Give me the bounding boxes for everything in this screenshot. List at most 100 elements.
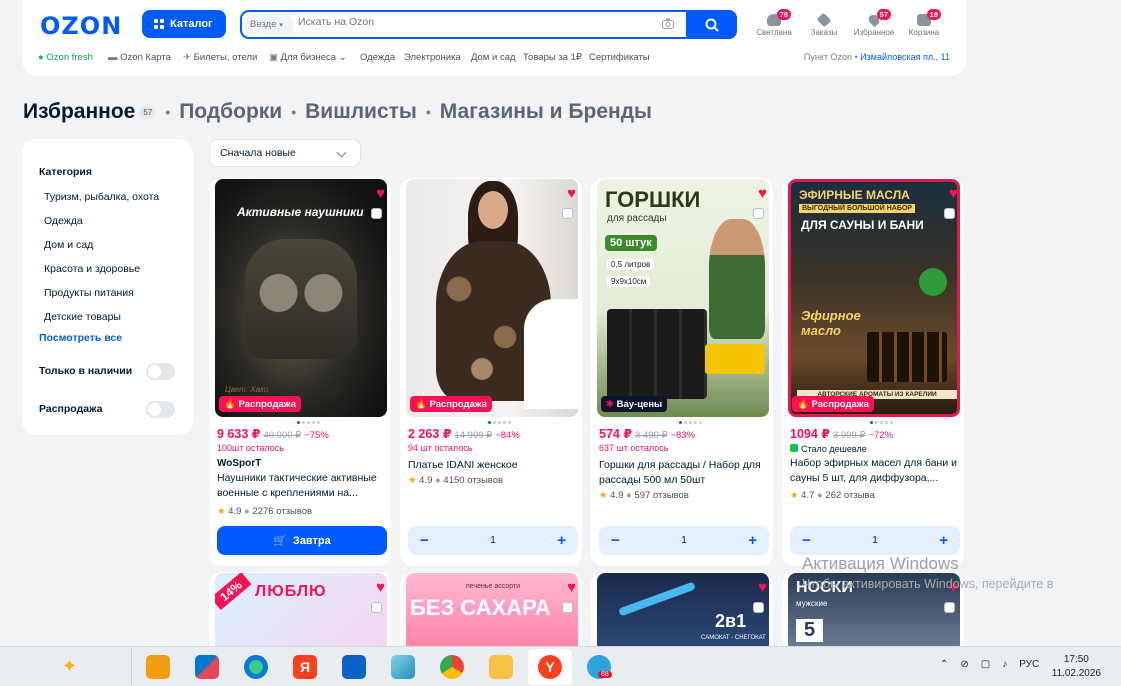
compare-icon[interactable] xyxy=(753,602,764,613)
decrease-button[interactable]: − xyxy=(802,532,811,549)
nature-badge-icon xyxy=(919,268,947,296)
favorite-heart-icon[interactable]: ♥ xyxy=(376,185,385,202)
product-card[interactable]: 2в1 САМОКАТ - СНЕГОКАТ ♥ xyxy=(591,572,773,652)
header-cart[interactable]: 18 Корзина xyxy=(899,9,949,37)
product-card[interactable]: ГОРШКИ для рассады 50 штук 0,5 литров 9х… xyxy=(591,178,773,566)
product-image[interactable]: 2в1 САМОКАТ - СНЕГОКАТ xyxy=(597,573,769,652)
show-all-categories-link[interactable]: Посмотреть все xyxy=(39,332,122,344)
sale-toggle[interactable] xyxy=(146,401,175,418)
category-item[interactable]: Одежда xyxy=(44,215,83,227)
product-image[interactable]: ЭФИРНЫЕ МАСЛА ВЫГОДНЫЙ БОЛЬШОЙ НАБОР ДЛЯ… xyxy=(788,179,960,417)
search-input[interactable] xyxy=(298,16,598,28)
product-image[interactable]: 14% ЛЮБЛЮ xyxy=(215,573,387,652)
image-title: БЕЗ САХАРА xyxy=(410,595,551,620)
nav-business-label: Для бизнеса xyxy=(280,52,337,63)
favorite-heart-icon[interactable]: ♥ xyxy=(758,579,767,596)
header-profile[interactable]: 78 Светлана xyxy=(749,9,799,37)
nav-ozon-card[interactable]: ▬ Ozon Карта xyxy=(108,52,171,63)
reviews-count[interactable]: 262 отзыва xyxy=(825,490,874,501)
search-scope-select[interactable]: Везде ▾ xyxy=(245,15,293,34)
tab-wishlists[interactable]: Вишлисты xyxy=(305,100,417,124)
nav-one-ruble[interactable]: Товары за 1₽ xyxy=(523,52,582,63)
favorite-heart-icon[interactable]: ♥ xyxy=(758,185,767,202)
favorite-heart-icon[interactable]: ♥ xyxy=(567,185,576,202)
product-card[interactable]: печенье ассорти БЕЗ САХАРА ♥ xyxy=(400,572,582,652)
product-image[interactable]: печенье ассорти БЕЗ САХАРА xyxy=(406,573,578,652)
yandex-icon[interactable]: Я xyxy=(293,655,317,679)
edge-icon[interactable] xyxy=(244,655,268,679)
pickup-point[interactable]: Пункт Ozon • Измайловская пл., 11 xyxy=(804,52,950,62)
camera-icon[interactable]: ▢ xyxy=(981,659,990,670)
compare-icon[interactable] xyxy=(562,208,573,219)
header-orders[interactable]: Заказы xyxy=(799,12,849,37)
product-image[interactable]: Активные наушники Цвет: Хаки xyxy=(215,179,387,417)
camera-icon[interactable] xyxy=(662,18,674,32)
brand-name[interactable]: WoSporT xyxy=(217,458,261,469)
nav-business[interactable]: ▣ Для бизнеса ⌄ xyxy=(269,52,347,63)
clock[interactable]: 17:50 11.02.2026 xyxy=(1052,653,1101,681)
increase-button[interactable]: + xyxy=(939,532,948,549)
notes-icon[interactable] xyxy=(391,655,415,679)
decrease-button[interactable]: − xyxy=(420,532,429,549)
add-to-cart-button[interactable]: 🛒 Завтра xyxy=(217,526,387,555)
copilot-icon[interactable]: ✦ xyxy=(62,656,77,677)
category-item[interactable]: Дом и сад xyxy=(44,239,93,251)
chrome-icon[interactable] xyxy=(440,655,464,679)
volume-icon[interactable]: ♪ xyxy=(1002,659,1007,670)
compare-icon[interactable] xyxy=(562,602,573,613)
compare-icon[interactable] xyxy=(371,602,382,613)
product-name[interactable]: Набор эфирных масел для бани и сауны 5 ш… xyxy=(790,456,958,486)
nav-ozon-fresh[interactable]: ● Ozon fresh xyxy=(38,52,93,63)
woman-graphic xyxy=(709,219,765,339)
product-card[interactable]: Активные наушники Цвет: Хаки ♥ 🔥 Распрод… xyxy=(209,178,391,566)
category-item[interactable]: Красота и здоровье xyxy=(44,263,140,275)
header-favorites[interactable]: 57 Избранное xyxy=(849,9,899,37)
product-name[interactable]: Платье IDANI женское xyxy=(408,458,576,473)
nav-electronics[interactable]: Электроника xyxy=(404,52,461,63)
category-item[interactable]: Туризм, рыбалка, охота xyxy=(44,191,159,203)
outlook-icon[interactable] xyxy=(342,655,366,679)
product-card[interactable]: ЭФИРНЫЕ МАСЛА ВЫГОДНЫЙ БОЛЬШОЙ НАБОР ДЛЯ… xyxy=(782,178,964,566)
nav-home-garden[interactable]: Дом и сад xyxy=(471,52,516,63)
reviews-count[interactable]: 4150 отзывов xyxy=(443,475,503,486)
nav-certificates[interactable]: Сертификаты xyxy=(589,52,650,63)
nav-tickets[interactable]: ✈ Билеты, отели xyxy=(183,52,257,63)
store-icon[interactable] xyxy=(195,655,219,679)
sort-select[interactable]: Сначала новые xyxy=(209,139,361,167)
network-off-icon[interactable]: ⊘ xyxy=(960,659,968,670)
product-name[interactable]: Горшки для рассады / Набор для рассады 5… xyxy=(599,458,767,488)
chevron-up-icon[interactable]: ⌃ xyxy=(940,659,948,670)
tab-favorites[interactable]: Избранное xyxy=(23,100,135,124)
product-image[interactable] xyxy=(406,179,578,417)
category-item[interactable]: Продукты питания xyxy=(44,287,134,299)
tab-collections[interactable]: Подборки xyxy=(179,100,282,124)
ozon-logo[interactable]: OZON xyxy=(40,12,122,40)
favorite-heart-icon[interactable]: ♥ xyxy=(567,579,576,596)
compare-icon[interactable] xyxy=(944,208,955,219)
reviews-count[interactable]: 2276 отзывов xyxy=(252,506,312,517)
decrease-button[interactable]: − xyxy=(611,532,620,549)
price: 574 ₽3 490 ₽ −83% xyxy=(599,426,695,441)
in-stock-toggle[interactable] xyxy=(146,363,175,380)
product-image[interactable]: ГОРШКИ для рассады 50 штук 0,5 литров 9х… xyxy=(597,179,769,417)
category-item[interactable]: Детские товары xyxy=(44,311,121,323)
product-card[interactable]: ♥ 🔥 Распродажа 2 263 ₽14 999 ₽ −84% 94 шт… xyxy=(400,178,582,566)
file-explorer-icon[interactable] xyxy=(489,655,513,679)
tab-shops-brands[interactable]: Магазины и Бренды xyxy=(440,100,652,124)
language-indicator[interactable]: РУС xyxy=(1019,659,1039,670)
compare-icon[interactable] xyxy=(371,208,382,219)
favorite-heart-icon[interactable]: ♥ xyxy=(376,579,385,596)
nav-clothes[interactable]: Одежда xyxy=(360,52,395,63)
favorite-heart-icon[interactable]: ♥ xyxy=(949,185,958,202)
catalog-button[interactable]: Каталог xyxy=(142,10,226,38)
compare-icon[interactable] xyxy=(753,208,764,219)
media-player-icon[interactable] xyxy=(146,655,170,679)
yandex-browser-active[interactable]: Y xyxy=(528,649,572,685)
increase-button[interactable]: + xyxy=(557,532,566,549)
product-name[interactable]: Наушники тактические активные военные с … xyxy=(217,471,385,501)
reviews-count[interactable]: 597 отзывов xyxy=(634,490,688,501)
product-card[interactable]: 14% ЛЮБЛЮ ♥ xyxy=(209,572,391,652)
search-button[interactable] xyxy=(686,10,737,39)
compare-icon[interactable] xyxy=(944,602,955,613)
increase-button[interactable]: + xyxy=(748,532,757,549)
